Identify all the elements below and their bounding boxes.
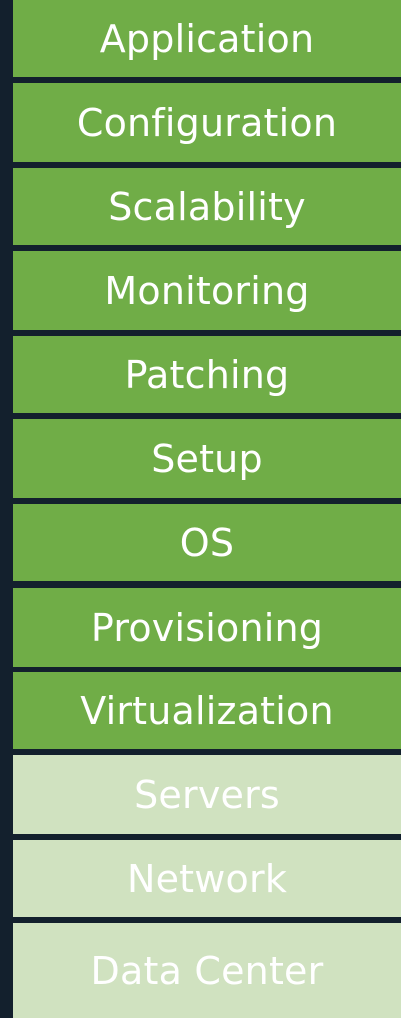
layer-label: Scalability	[108, 184, 306, 229]
layer-label: Setup	[151, 436, 263, 481]
layer-virtualization: Virtualization	[13, 672, 401, 749]
layer-label: Network	[126, 856, 288, 901]
layer-label: Data Center	[90, 948, 324, 993]
layer-setup: Setup	[13, 419, 401, 498]
layer-label: Application	[99, 16, 315, 61]
layer-servers: Servers	[13, 755, 401, 834]
layer-label: Monitoring	[104, 268, 310, 313]
layer-provisioning: Provisioning	[13, 588, 401, 667]
layer-data-center: Data Center	[13, 923, 401, 1018]
layer-label: Virtualization	[80, 688, 334, 733]
layer-patching: Patching	[13, 336, 401, 413]
layer-scalability: Scalability	[13, 168, 401, 245]
layer-label: Patching	[124, 352, 290, 397]
layer-application: Application	[13, 0, 401, 77]
layer-configuration: Configuration	[13, 83, 401, 162]
layer-label: Configuration	[76, 100, 338, 145]
layer-monitoring: Monitoring	[13, 251, 401, 330]
layer-label: OS	[179, 520, 235, 565]
layer-network: Network	[13, 840, 401, 917]
layer-label: Provisioning	[90, 605, 324, 650]
layer-stack-diagram: Application Configuration Scalability Mo…	[13, 0, 401, 1018]
layer-os: OS	[13, 504, 401, 581]
layer-label: Servers	[134, 772, 280, 817]
